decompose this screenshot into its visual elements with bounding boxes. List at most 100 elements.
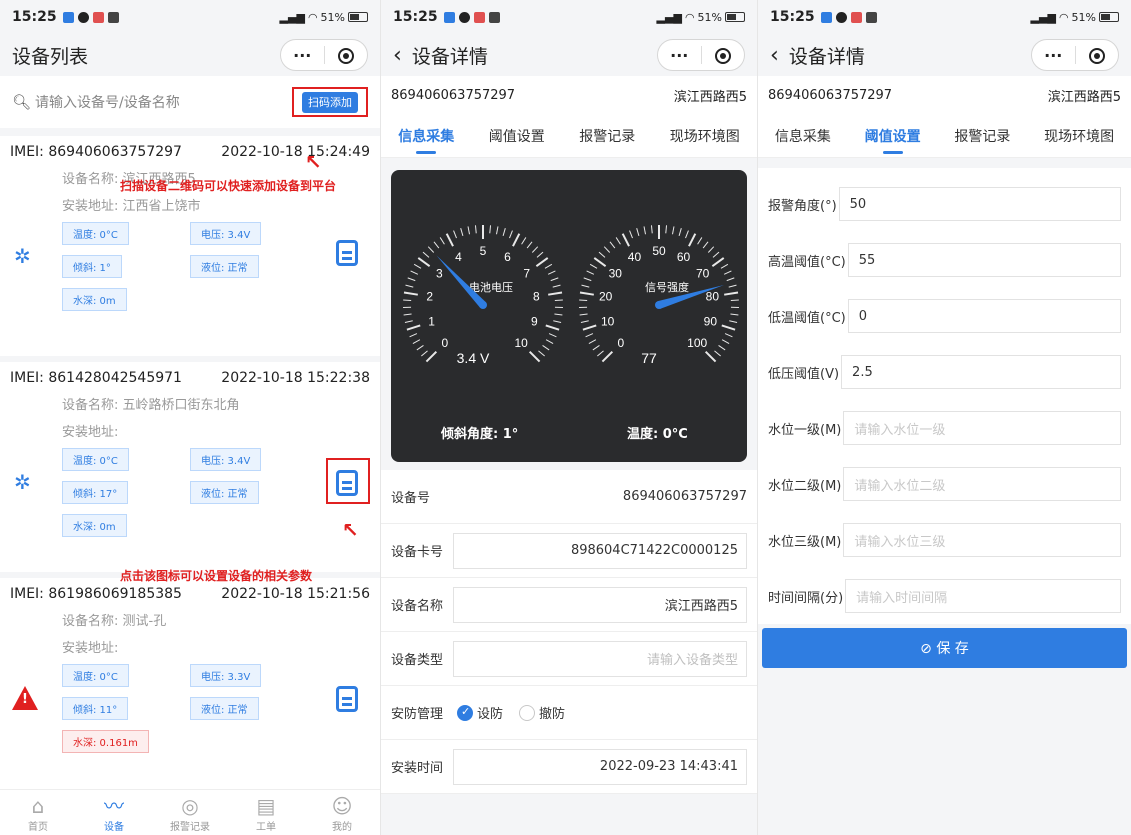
gauge-tick: [416, 345, 424, 351]
threshold-row: 低温阈值(°C) 0: [768, 288, 1121, 344]
tab-devices[interactable]: 〰设备: [76, 790, 152, 835]
gauge-tick: [579, 299, 588, 301]
home-icon: ⌂: [31, 794, 45, 818]
tab-home[interactable]: ⌂ 首页: [0, 790, 76, 835]
gauge-tick: [554, 299, 563, 301]
tab-site-photos[interactable]: 现场环境图: [670, 120, 740, 152]
notification-icon: [865, 11, 877, 23]
status-bar: 15:25 ▂▄▆ ◠ 51%: [0, 0, 380, 34]
device-name: 设备名称: 测试-孔: [62, 614, 167, 629]
gauge-tick: [702, 241, 709, 249]
gauge-title: 电池电压: [469, 281, 513, 294]
gauge-tick: [496, 226, 499, 235]
field-label: 设备卡号: [391, 545, 444, 560]
tab-workorders[interactable]: ▤ 工单: [228, 790, 304, 835]
annotation-scan: 扫描设备二维码可以快速添加设备到平台: [120, 179, 337, 193]
type-input[interactable]: 请输入设备类型: [453, 640, 747, 677]
tab-threshold[interactable]: 阈值设置: [489, 120, 545, 152]
radio-disarm[interactable]: 撤防: [519, 703, 565, 722]
gauge-tick: [547, 270, 556, 275]
depth-chip: 水深: 0.161m: [62, 730, 149, 753]
threshold-input[interactable]: 2.5: [841, 355, 1121, 389]
status-right: ▂▄▆ ◠ 51%: [1031, 11, 1119, 24]
tab-site-photos[interactable]: 现场环境图: [1044, 120, 1114, 152]
close-mini-program-button[interactable]: [325, 46, 368, 65]
gauge-tick: [526, 241, 533, 249]
close-mini-program-button[interactable]: [1076, 46, 1119, 65]
gauge-reading: 77: [641, 350, 657, 366]
save-button[interactable]: ⊘ 保 存: [762, 628, 1127, 668]
device-card[interactable]: IMEI: 861428042545971 2022-10-18 15:22:3…: [0, 362, 380, 572]
tab-info-collect[interactable]: 信息采集: [398, 120, 454, 154]
radio-arm[interactable]: 设防: [457, 703, 503, 722]
install-time-input[interactable]: 2022-09-23 14:43:41: [453, 748, 747, 785]
gauge-tick: [521, 237, 527, 245]
more-icon[interactable]: ···: [1032, 46, 1075, 65]
gauge-tick: [601, 350, 614, 363]
back-icon[interactable]: ‹: [770, 43, 779, 68]
more-icon[interactable]: ···: [281, 46, 324, 65]
gauge-tick: [688, 233, 697, 247]
threshold-input[interactable]: 0: [847, 299, 1121, 333]
device-card-header: IMEI: 861428042545971 2022-10-18 15:22:3…: [10, 370, 370, 386]
threshold-input[interactable]: 55: [847, 243, 1121, 277]
gauge-tick: [460, 228, 464, 236]
notification-icon: [835, 11, 847, 23]
back-icon[interactable]: ‹: [393, 43, 402, 68]
threshold-input[interactable]: 请输入时间间隔: [845, 579, 1121, 613]
scan-add-button[interactable]: 扫码添加: [302, 92, 358, 113]
field-card-no: 设备卡号 898604C71422C0000125: [381, 524, 757, 578]
device-name: 滨江西路西5: [1047, 89, 1121, 105]
settings-document-icon[interactable]: [336, 240, 358, 266]
search-input[interactable]: 请输入设备号/设备名称: [35, 92, 180, 112]
more-icon[interactable]: ···: [658, 46, 701, 65]
gauge-tick: [413, 263, 422, 269]
level-chip: 液位: 正常: [190, 255, 259, 278]
gauge-tick: [544, 263, 553, 269]
tab-label: 工单: [256, 822, 276, 833]
alarm-icon: ◎: [181, 794, 199, 818]
field-label: 安防管理: [391, 707, 444, 722]
device-card[interactable]: IMEI: 861986069185385 2022-10-18 15:21:5…: [0, 578, 380, 798]
device-header: 869406063757297 滨江西路西5: [758, 76, 1131, 114]
tab-alarm-records[interactable]: 报警记录: [954, 120, 1010, 152]
notification-icon: [107, 11, 119, 23]
card-input[interactable]: 898604C71422C0000125: [453, 532, 747, 569]
threshold-input[interactable]: 请输入水位一级: [843, 411, 1121, 445]
device-imei: IMEI: 861428042545971: [10, 370, 182, 386]
tab-threshold[interactable]: 阈值设置: [865, 120, 921, 154]
gauge-tick: [720, 263, 729, 269]
mini-program-capsule: ···: [657, 39, 745, 71]
depth-chip: 水深: 0m: [62, 514, 127, 537]
gauge-tick-label: 60: [677, 250, 691, 264]
tilt-label: 倾斜角度: 1°: [441, 427, 519, 442]
threshold-input[interactable]: 请输入水位三级: [843, 523, 1121, 557]
gauge-tick-label: 40: [628, 250, 642, 264]
gauge-tick: [678, 228, 682, 236]
tab-alarms[interactable]: ◎ 报警记录: [152, 790, 228, 835]
threshold-input[interactable]: 请输入水位二级: [843, 467, 1121, 501]
name-input[interactable]: 滨江西路西5: [453, 586, 747, 623]
notification-icon: [820, 11, 832, 23]
field-label: 安装时间: [391, 761, 444, 776]
gauge-tick: [582, 324, 597, 331]
device-stats: 温度: 0°C 电压: 3.3V 倾斜: 11° 液位: 正常 水深: 0.16…: [62, 664, 370, 753]
nav-bar: 设备列表 ···: [0, 34, 380, 76]
gauge-tick: [665, 225, 668, 234]
detail-tabs: 信息采集 阈值设置 报警记录 现场环境图: [381, 114, 757, 158]
gauge-tick: [512, 233, 521, 247]
gauge-tick: [712, 251, 720, 258]
close-mini-program-button[interactable]: [702, 46, 745, 65]
gauge-tick: [548, 291, 563, 296]
page-title: 设备详情: [411, 45, 488, 68]
threshold-input[interactable]: 50: [838, 187, 1121, 221]
gauge-tick-label: 1: [428, 315, 435, 329]
tab-mine[interactable]: ☺ 我的: [304, 790, 380, 835]
device-card[interactable]: IMEI: 869406063757297 2022-10-18 15:24:4…: [0, 136, 380, 356]
tab-alarm-records[interactable]: 报警记录: [579, 120, 635, 152]
battery-percent: 51%: [1071, 10, 1096, 24]
tab-info-collect[interactable]: 信息采集: [775, 120, 831, 152]
settings-document-icon[interactable]: [336, 686, 358, 712]
gauge-tick: [580, 320, 589, 323]
gauge-tick: [406, 324, 421, 331]
